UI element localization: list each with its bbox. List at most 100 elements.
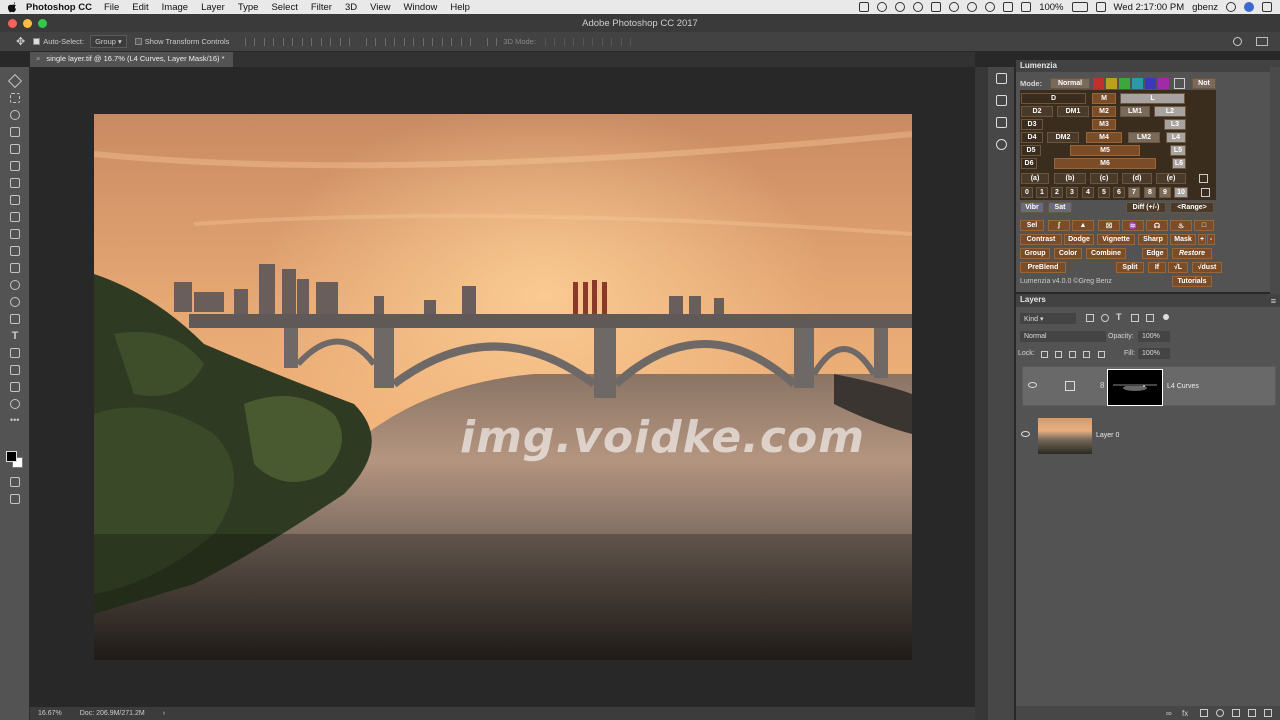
auto-select-dropdown[interactable]: Group ▾ bbox=[90, 35, 127, 48]
brush-tool-icon[interactable] bbox=[0, 191, 30, 208]
screen-mode-icon[interactable] bbox=[0, 490, 30, 507]
layer-mask-thumbnail[interactable] bbox=[1107, 369, 1163, 406]
sharp-button[interactable]: Sharp bbox=[1138, 234, 1168, 245]
filter-shape-icon[interactable] bbox=[1131, 314, 1139, 322]
layer-row-l4-curves[interactable]: 8 L4 Curves bbox=[1022, 366, 1276, 406]
layers-panel-menu-icon[interactable]: ≡ bbox=[1271, 296, 1276, 306]
edge-icon-button[interactable]: ☊ bbox=[1146, 220, 1168, 231]
filter-adjustment-icon[interactable] bbox=[1101, 314, 1109, 322]
3d-roll-icon[interactable] bbox=[563, 37, 574, 46]
zone-button-d6[interactable]: D6 bbox=[1021, 158, 1037, 169]
pen-tool-icon[interactable] bbox=[0, 310, 30, 327]
levels-icon-button[interactable]: ▲ bbox=[1072, 220, 1094, 231]
distribute-right-icon[interactable] bbox=[461, 37, 472, 46]
new-layer-icon[interactable] bbox=[1248, 709, 1256, 717]
zone-button-m2[interactable]: M2 bbox=[1092, 106, 1116, 117]
lasso-tool-icon[interactable] bbox=[0, 106, 30, 123]
zone-button-m3[interactable]: M3 bbox=[1092, 119, 1116, 130]
split-button[interactable]: Split bbox=[1116, 262, 1144, 273]
lock-artboard-icon[interactable] bbox=[1083, 351, 1090, 358]
gradient-tool-icon[interactable] bbox=[0, 259, 30, 276]
zone-button-lm1[interactable]: LM1 bbox=[1120, 106, 1150, 117]
number-eyedropper-icon[interactable] bbox=[1201, 188, 1210, 197]
3d-rotate-icon[interactable] bbox=[544, 37, 555, 46]
siri-icon[interactable] bbox=[1244, 2, 1254, 12]
color-swatch-green[interactable] bbox=[1119, 78, 1130, 89]
lock-all-icon[interactable] bbox=[1098, 351, 1105, 358]
tutorials-button[interactable]: Tutorials bbox=[1172, 276, 1212, 287]
align-left-icon[interactable] bbox=[302, 37, 313, 46]
number-6-button[interactable]: 6 bbox=[1113, 187, 1125, 198]
combine-button[interactable]: Combine bbox=[1086, 248, 1126, 259]
curves-icon-button[interactable]: ∫ bbox=[1048, 220, 1070, 231]
mask-link-icon[interactable]: 8 bbox=[1100, 381, 1104, 390]
histogram-panel-icon[interactable] bbox=[995, 95, 1007, 106]
layer-stack-icon-button[interactable]: ♨ bbox=[1170, 220, 1192, 231]
workspace-icon[interactable] bbox=[1256, 37, 1268, 46]
mask-preview-icon-button[interactable]: ☒ bbox=[1098, 220, 1120, 231]
lumenzia-scrollbar[interactable] bbox=[1270, 67, 1280, 295]
number-0-button[interactable]: 0 bbox=[1021, 187, 1033, 198]
add-mask-icon[interactable] bbox=[1200, 709, 1208, 717]
square-icon-button[interactable]: □ bbox=[1194, 220, 1214, 231]
link-layers-icon[interactable]: ∞ bbox=[1166, 709, 1174, 718]
visibility-eye-icon[interactable] bbox=[1021, 431, 1030, 437]
contrast-button[interactable]: Contrast bbox=[1020, 234, 1062, 245]
number-7-button[interactable]: 7 bbox=[1128, 187, 1140, 198]
line-tool-icon[interactable] bbox=[0, 361, 30, 378]
zoom-level[interactable]: 16.67% bbox=[38, 710, 62, 717]
number-4-button[interactable]: 4 bbox=[1082, 187, 1094, 198]
quick-select-tool-icon[interactable] bbox=[0, 123, 30, 140]
not-button[interactable]: Not bbox=[1192, 78, 1216, 89]
menu-type[interactable]: Type bbox=[238, 2, 259, 13]
path-selection-tool-icon[interactable] bbox=[0, 344, 30, 361]
zone-button-l2[interactable]: L2 bbox=[1154, 106, 1186, 117]
color-swatch-red[interactable] bbox=[1093, 78, 1104, 89]
zone-button-l5[interactable]: L5 bbox=[1170, 145, 1186, 156]
properties-panel-icon[interactable] bbox=[995, 73, 1007, 84]
b-icon[interactable] bbox=[931, 2, 942, 12]
zone-button-m5[interactable]: M5 bbox=[1070, 145, 1140, 156]
align-vcenter-icon[interactable] bbox=[264, 37, 275, 46]
sqrt-l-button[interactable]: √L bbox=[1168, 262, 1188, 273]
layer-thumbnail[interactable] bbox=[1038, 418, 1092, 454]
zone-button-d3[interactable]: D3 bbox=[1021, 119, 1043, 130]
blur-tool-icon[interactable] bbox=[0, 276, 30, 293]
kind-filter-dropdown[interactable]: Kind ▾ bbox=[1020, 313, 1076, 324]
auto-select-checkbox[interactable] bbox=[33, 38, 41, 45]
distribute-vcenter-icon[interactable] bbox=[385, 37, 396, 46]
lock-pixels-icon[interactable] bbox=[1055, 351, 1062, 358]
align-bottom-icon[interactable] bbox=[283, 37, 294, 46]
align-hcenter-icon[interactable] bbox=[321, 37, 332, 46]
filter-toggle-icon[interactable] bbox=[1163, 314, 1169, 320]
new-adjustment-icon[interactable] bbox=[1216, 709, 1224, 717]
zone-e-button[interactable]: (e) bbox=[1156, 173, 1186, 184]
3d-pan-icon[interactable] bbox=[582, 37, 593, 46]
spotlight-icon[interactable] bbox=[1226, 2, 1236, 12]
distribute-bottom-icon[interactable] bbox=[404, 37, 415, 46]
quick-mask-icon[interactable] bbox=[0, 473, 30, 490]
lock-position-icon[interactable] bbox=[1069, 351, 1076, 358]
distribute-hcenter-icon[interactable] bbox=[442, 37, 453, 46]
zone-a-button[interactable]: (a) bbox=[1021, 173, 1049, 184]
time-machine-icon[interactable] bbox=[985, 2, 996, 12]
more-tools-icon[interactable]: ••• bbox=[0, 412, 30, 429]
sel-button[interactable]: Sel bbox=[1020, 220, 1044, 231]
info-panel-icon[interactable] bbox=[995, 139, 1007, 150]
user-name[interactable]: gbenz bbox=[1192, 2, 1218, 13]
menu-view[interactable]: View bbox=[370, 2, 390, 13]
number-9-button[interactable]: 9 bbox=[1159, 187, 1171, 198]
healing-brush-tool-icon[interactable] bbox=[0, 174, 30, 191]
distribute-top-icon[interactable] bbox=[366, 37, 377, 46]
app-menu[interactable]: Photoshop CC bbox=[26, 2, 92, 13]
minus-button[interactable]: - bbox=[1207, 234, 1215, 245]
layer-name[interactable]: Layer 0 bbox=[1096, 432, 1119, 439]
new-group-icon[interactable] bbox=[1232, 709, 1240, 717]
skype-icon[interactable] bbox=[895, 2, 906, 12]
menu-file[interactable]: File bbox=[104, 2, 119, 13]
marquee-tool-icon[interactable] bbox=[0, 89, 30, 106]
navigator-panel-icon[interactable] bbox=[995, 117, 1007, 128]
info-icon[interactable] bbox=[949, 2, 960, 12]
sat-button[interactable]: Sat bbox=[1048, 202, 1072, 213]
zone-button-l3[interactable]: L3 bbox=[1164, 119, 1186, 130]
